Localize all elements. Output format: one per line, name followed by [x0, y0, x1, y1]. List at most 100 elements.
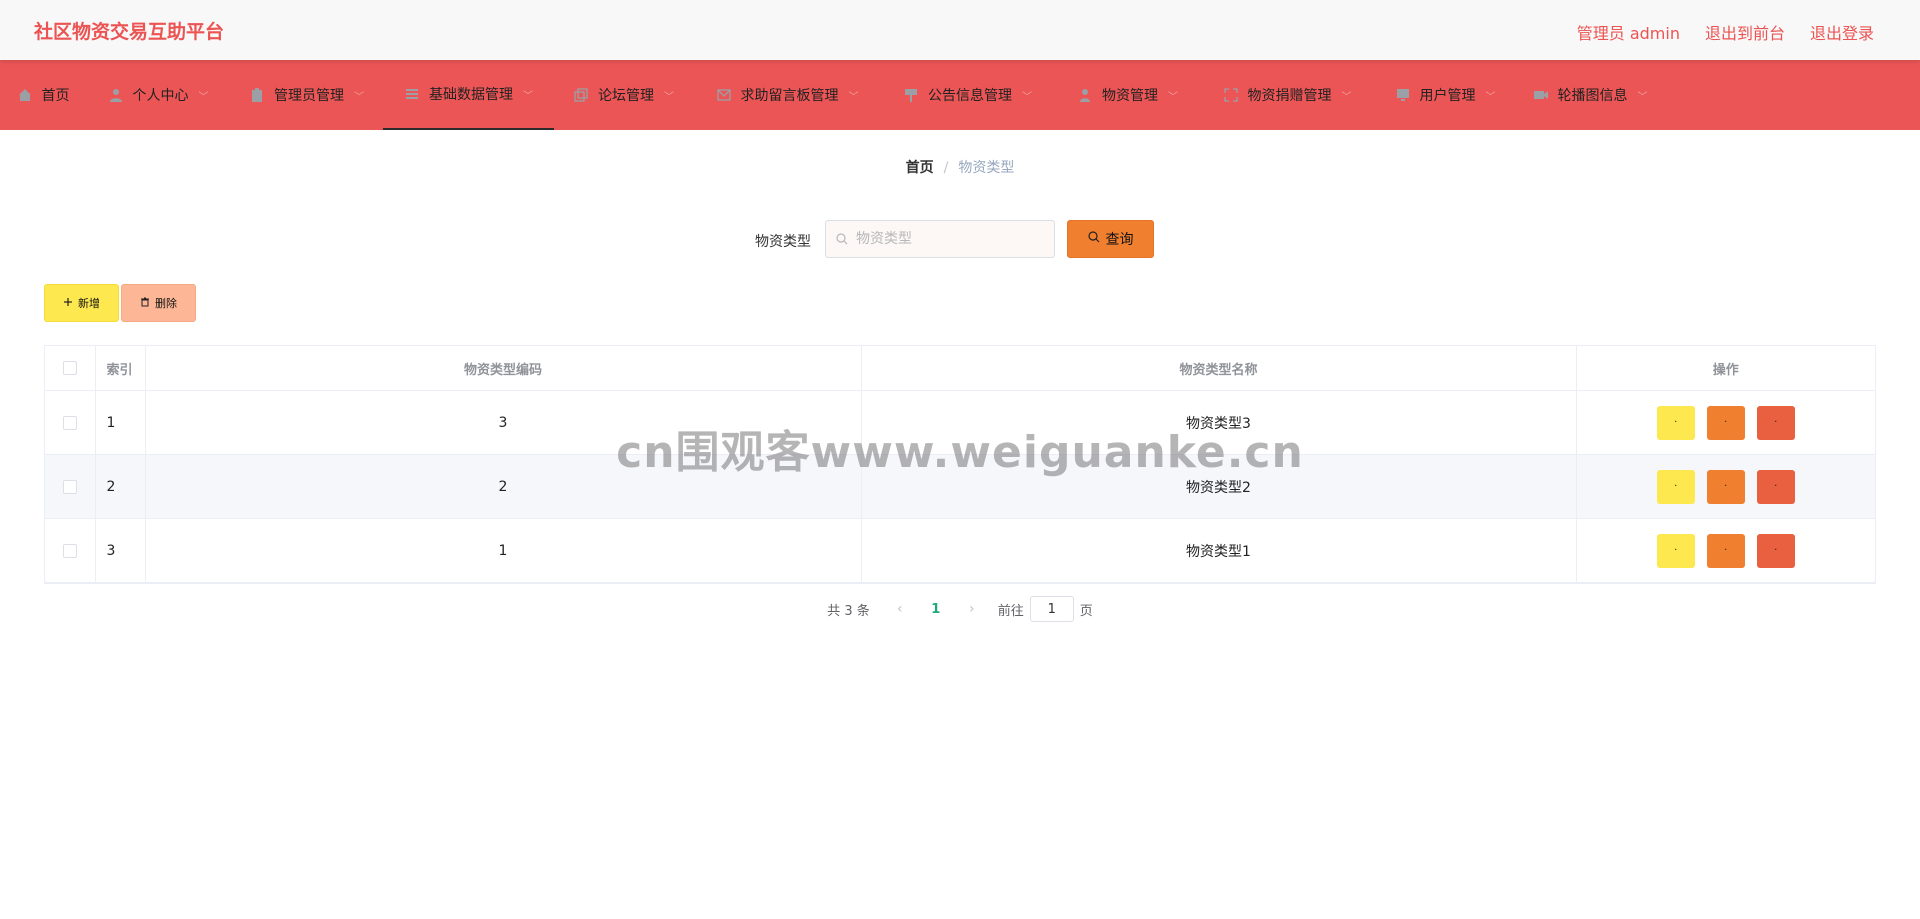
clipboard-icon	[249, 87, 265, 103]
cell-actions: · · ·	[1576, 390, 1875, 455]
view-button[interactable]: ·	[1656, 469, 1695, 504]
nav-item-label: 求助留言板管理	[740, 88, 839, 104]
nav-item-7[interactable]: 物资管理 ﹀	[1054, 60, 1201, 130]
search-bar: 物资类型 查询	[0, 220, 1920, 260]
nav-item-8[interactable]: 物资捐赠管理 ﹀	[1201, 60, 1373, 130]
table-row[interactable]: 2 2 物资类型2 · · ·	[45, 454, 1875, 519]
message-icon	[716, 87, 732, 103]
copy-icon	[573, 87, 589, 103]
breadcrumb: 首页 / 物资类型	[0, 157, 1920, 177]
query-button[interactable]: 查询	[1067, 220, 1154, 258]
goto-label: 前往	[997, 603, 1024, 619]
view-button[interactable]: ·	[1656, 533, 1695, 568]
goto-page-input[interactable]	[1029, 596, 1074, 622]
row-checkbox[interactable]	[62, 415, 77, 430]
search-field[interactable]	[825, 220, 1055, 258]
header-index: 索引	[95, 346, 146, 391]
breadcrumb-separator: /	[943, 160, 949, 176]
row-checkbox[interactable]	[62, 479, 77, 494]
header-actions: 操作	[1576, 346, 1875, 391]
nav-item-label: 轮播图信息	[1557, 88, 1628, 104]
table-row[interactable]: 1 3 物资类型3 · · ·	[45, 390, 1875, 455]
edit-button[interactable]: ·	[1706, 469, 1745, 504]
remove-button[interactable]: ·	[1756, 469, 1795, 504]
nav-item-2[interactable]: 管理员管理 ﹀	[230, 60, 383, 130]
brand-title: 社区物资交易互助平台	[34, 21, 225, 43]
chevron-down-icon: ﹀	[1485, 91, 1496, 103]
chevron-down-icon: ﹀	[1168, 91, 1178, 103]
edit-button[interactable]: ·	[1706, 533, 1745, 568]
chevron-down-icon: ﹀	[848, 91, 859, 103]
nav-item-6[interactable]: 公告信息管理 ﹀	[881, 60, 1054, 130]
nav-item-4[interactable]: 论坛管理 ﹀	[554, 60, 693, 130]
logout-link[interactable]: 退出登录	[1810, 20, 1874, 44]
search-label: 物资类型	[755, 234, 811, 250]
nav-item-5[interactable]: 求助留言板管理 ﹀	[693, 60, 881, 130]
admin-user-link[interactable]: 管理员 admin	[1577, 20, 1680, 44]
delete-button[interactable]: 删除	[121, 284, 196, 322]
table-actions: 新增 删除	[44, 284, 196, 322]
cell-actions: · · ·	[1576, 454, 1875, 519]
select-all-checkbox[interactable]	[62, 361, 77, 375]
breadcrumb-home[interactable]: 首页	[906, 160, 934, 176]
edit-button[interactable]: ·	[1706, 405, 1745, 440]
cell-name: 物资类型3	[861, 390, 1577, 455]
chevron-down-icon: ﹀	[1637, 91, 1648, 103]
table-row[interactable]: 3 1 物资类型1 · · ·	[45, 518, 1875, 583]
main-nav: 首页 个人中心 ﹀ 管理员管理 ﹀ 基础数据管理 ﹀ 论坛管理 ﹀ 求助留言板管理 ﹀ 公告信息管理 ﹀…	[0, 60, 1920, 130]
delete-button-label: 删除	[155, 297, 177, 310]
search-input[interactable]	[854, 230, 1038, 248]
nav-item-label: 个人中心	[132, 88, 189, 104]
row-checkbox[interactable]	[62, 543, 77, 558]
nav-item-10[interactable]: 轮播图信息 ﹀	[1517, 60, 1663, 130]
data-table: 索引 物资类型编码 物资类型名称 操作 1 3 物资类型3 · · · 2 2 物资类型2 · · ·…	[44, 345, 1876, 584]
chevron-down-icon: ﹀	[664, 91, 674, 103]
trash-icon	[140, 297, 150, 310]
nav-item-3[interactable]: 基础数据管理 ﹀	[383, 60, 554, 130]
chevron-down-icon: ﹀	[354, 91, 364, 103]
cell-name: 物资类型2	[861, 454, 1577, 519]
nav-item-label: 物资管理	[1102, 88, 1158, 104]
video-icon	[1533, 87, 1549, 103]
page-number-current[interactable]: 1	[916, 602, 956, 617]
header-name: 物资类型名称	[861, 346, 1577, 391]
header-select-all[interactable]	[45, 346, 96, 391]
row-select[interactable]	[45, 454, 96, 519]
chevron-down-icon: ﹀	[1022, 91, 1032, 103]
header-code: 物资类型编码	[145, 346, 862, 391]
nav-item-1[interactable]: 个人中心 ﹀	[86, 60, 230, 130]
exit-to-front-link[interactable]: 退出到前台	[1705, 20, 1785, 44]
person-icon	[1077, 87, 1093, 103]
sign-icon	[903, 87, 919, 103]
nav-item-label: 管理员管理	[274, 88, 344, 104]
nav-item-label: 论坛管理	[598, 88, 654, 104]
prev-page-button[interactable]: ‹	[884, 601, 916, 617]
table-header-row: 索引 物资类型编码 物资类型名称 操作	[45, 346, 1875, 391]
add-button-label: 新增	[78, 297, 100, 310]
cell-actions: · · ·	[1576, 518, 1875, 583]
search-icon	[1087, 231, 1100, 247]
list-icon	[404, 86, 420, 102]
breadcrumb-current: 物资类型	[958, 160, 1015, 176]
remove-button[interactable]: ·	[1756, 533, 1795, 568]
query-button-label: 查询	[1105, 232, 1134, 248]
next-page-button[interactable]: ›	[956, 601, 988, 617]
nav-item-label: 首页	[41, 88, 70, 104]
remove-button[interactable]: ·	[1756, 405, 1795, 440]
nav-item-9[interactable]: 用户管理 ﹀	[1373, 60, 1517, 130]
cell-code: 1	[145, 518, 862, 583]
cell-name: 物资类型1	[861, 518, 1577, 583]
nav-item-label: 用户管理	[1419, 88, 1476, 104]
cell-index: 3	[95, 518, 146, 583]
search-icon	[836, 230, 848, 249]
plus-icon	[63, 297, 73, 310]
home-icon	[17, 87, 33, 103]
add-button[interactable]: 新增	[44, 284, 119, 322]
monitor-icon	[1395, 87, 1411, 103]
cell-index: 1	[95, 390, 146, 455]
nav-item-0[interactable]: 首页	[0, 60, 86, 130]
row-select[interactable]	[45, 390, 96, 455]
cell-code: 2	[145, 454, 862, 519]
view-button[interactable]: ·	[1656, 405, 1695, 440]
row-select[interactable]	[45, 518, 96, 583]
